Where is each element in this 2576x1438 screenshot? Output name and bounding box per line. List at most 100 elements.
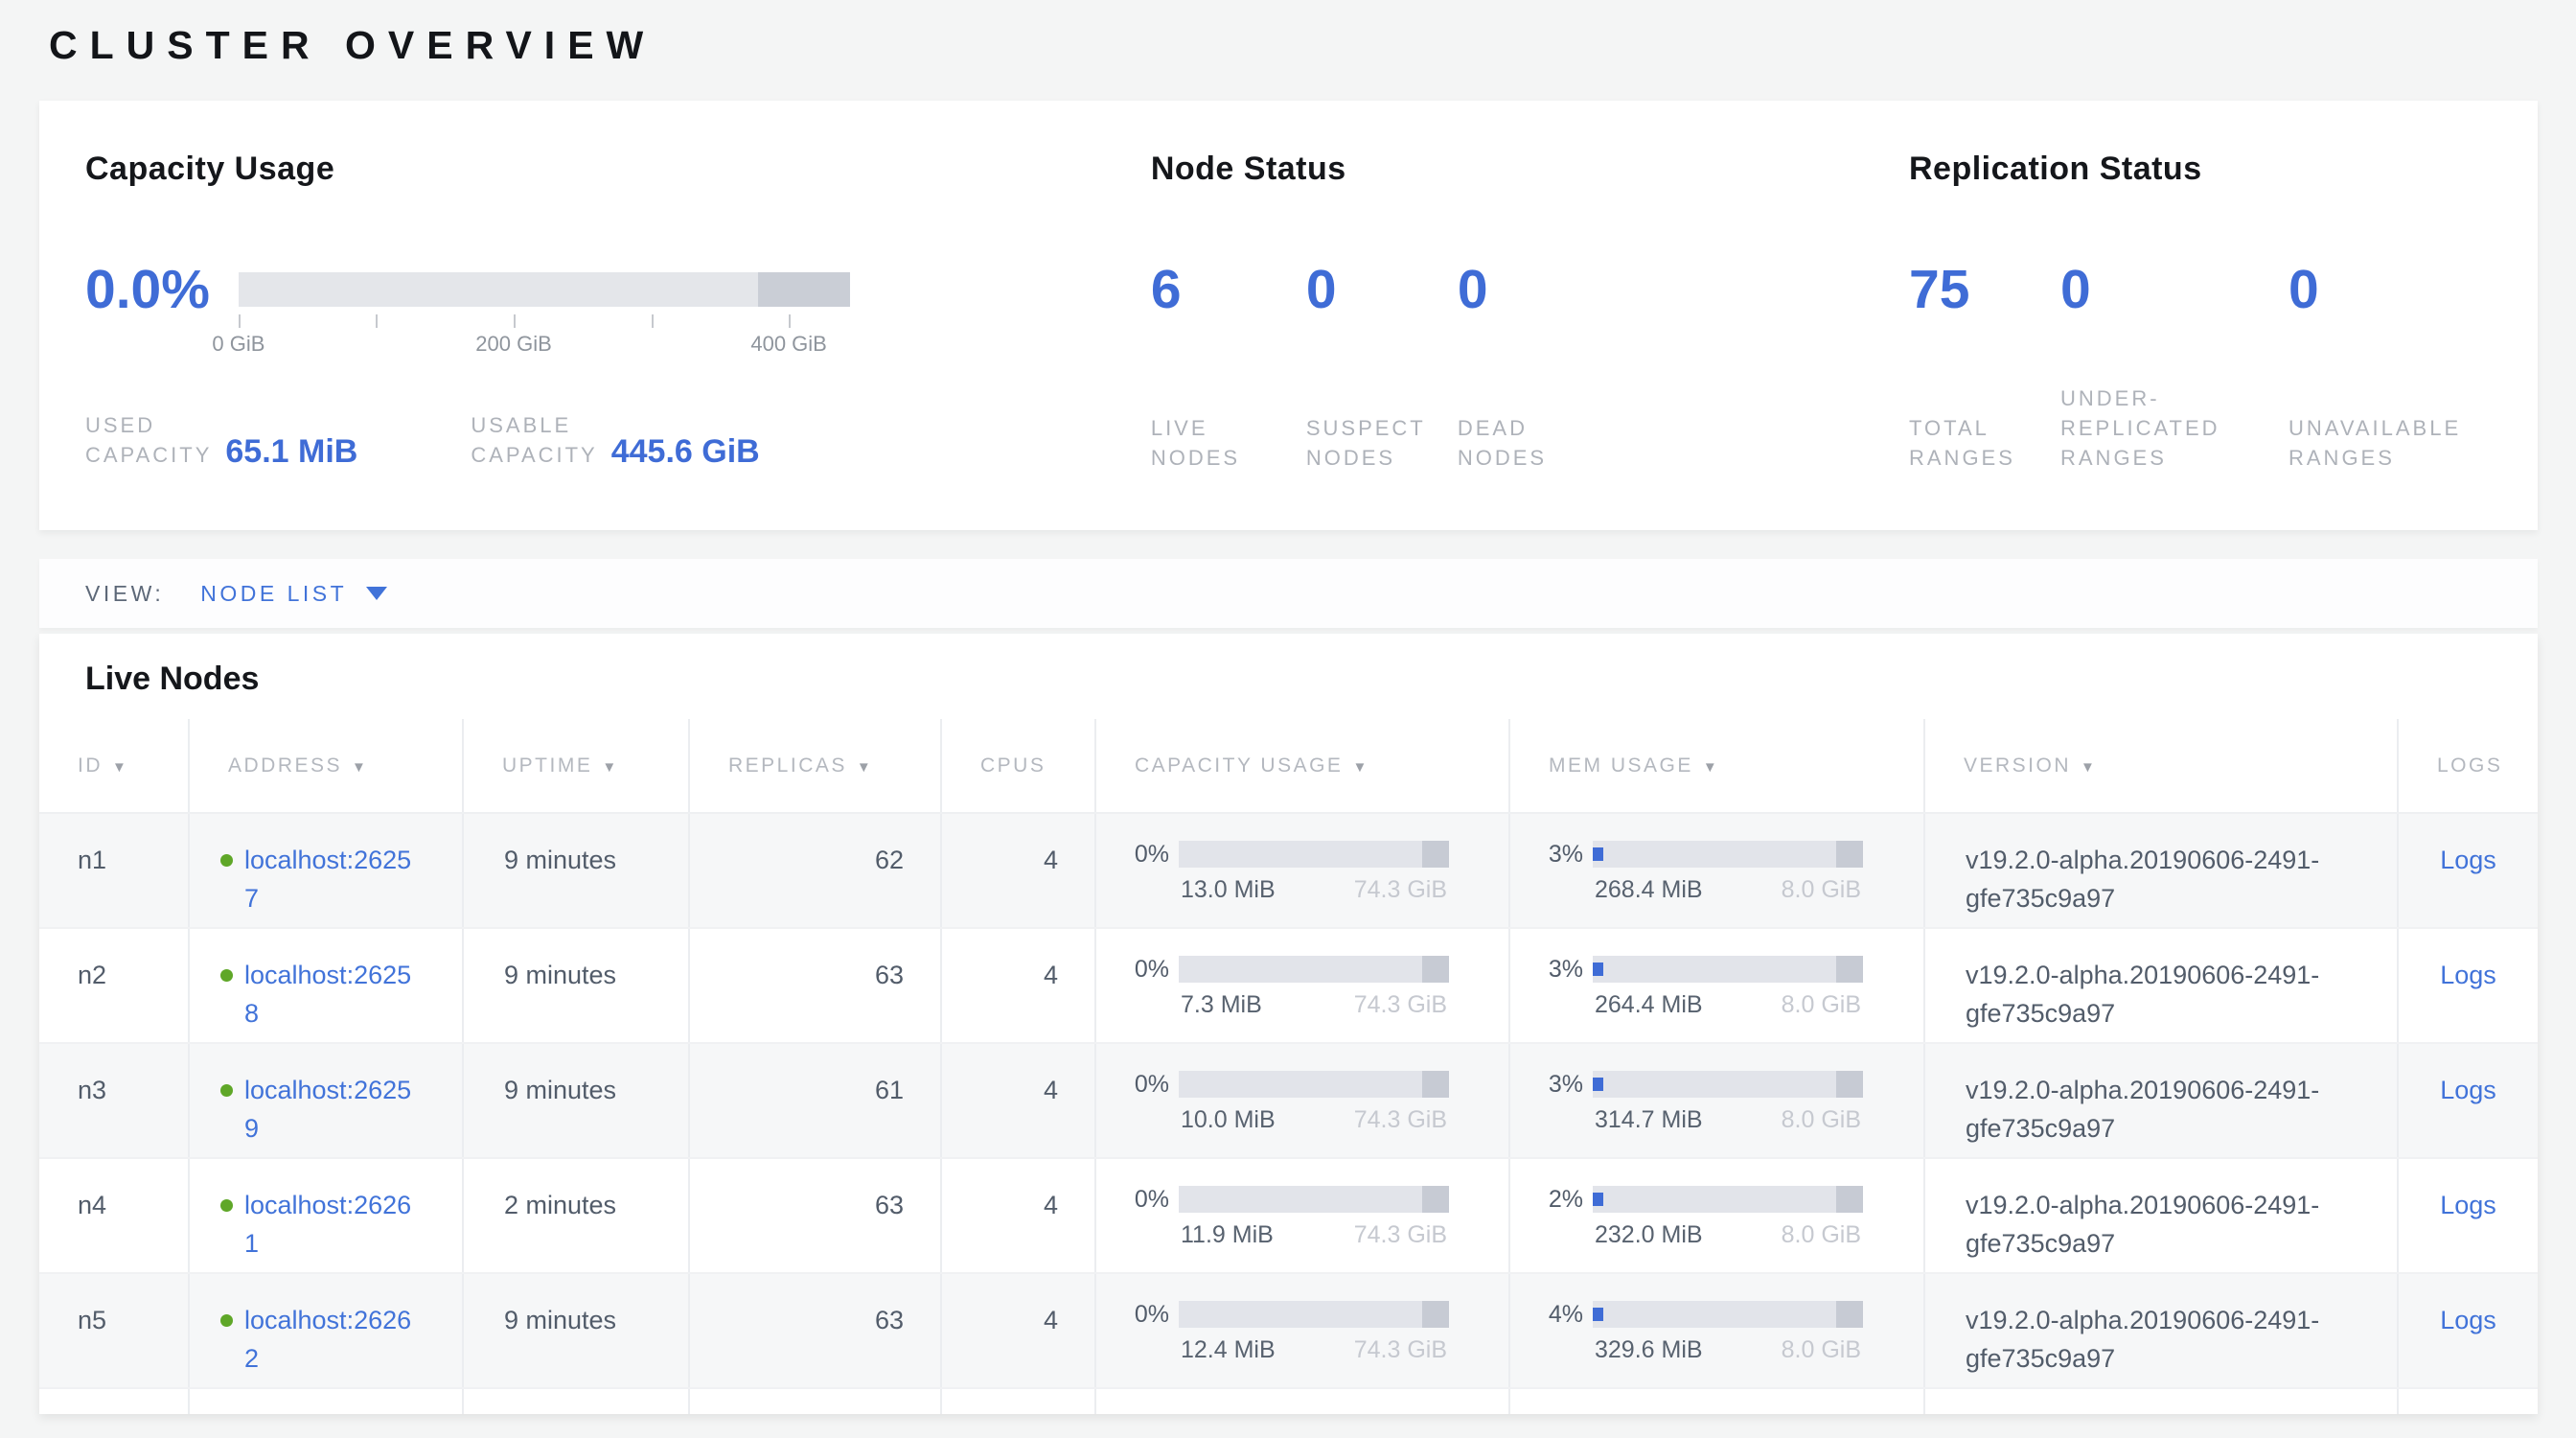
column-header-logs: LOGS	[2398, 719, 2538, 813]
replication-status-title: Replication Status	[1909, 151, 2538, 188]
capacity-used-value: 13.0 MiB	[1181, 875, 1276, 904]
live-nodes-title: Live Nodes	[39, 634, 2538, 719]
column-header-uptime[interactable]: UPTIME▼	[463, 719, 689, 813]
suspect-nodes-label: SUSPECT NODES	[1306, 413, 1458, 473]
node-mem-usage-cell: 3% 268.4 MiB 8.0 GiB	[1509, 813, 1924, 928]
sort-desc-icon: ▼	[112, 759, 128, 776]
node-id-cell: n3	[39, 1043, 189, 1158]
under-replicated-ranges-label: UNDER-REPLICATED RANGES	[2060, 383, 2266, 473]
logs-link[interactable]: Logs	[2440, 1191, 2496, 1219]
table-row: n1 localhost:26257 9 minutes 62 4 0% 13.…	[39, 813, 2538, 928]
mem-percent: 2%	[1533, 1186, 1583, 1249]
node-address-cell: localhost:26258	[189, 928, 463, 1043]
capacity-used-value: 11.9 MiB	[1181, 1220, 1274, 1249]
used-capacity-value: 65.1 MiB	[225, 434, 357, 470]
capacity-used-value: 7.3 MiB	[1181, 990, 1262, 1019]
view-selected-value[interactable]: NODE LIST	[200, 581, 347, 607]
node-uptime-cell: 9 minutes	[463, 1273, 689, 1388]
capacity-usage-bar	[1179, 1071, 1449, 1098]
column-header-replicas[interactable]: REPLICAS▼	[689, 719, 941, 813]
node-logs-cell: Logs	[2398, 813, 2538, 928]
mem-used-value: 314.7 MiB	[1595, 1105, 1703, 1134]
node-capacity-usage-cell: 0% 11.9 MiB 74.3 GiB	[1095, 1158, 1509, 1273]
capacity-axis-ticks	[239, 314, 850, 328]
used-capacity-label: USED CAPACITY	[85, 410, 212, 470]
node-cpus-cell: 4	[941, 928, 1095, 1043]
capacity-percent: 0%	[1119, 1186, 1169, 1249]
node-uptime-cell: 9 minutes	[463, 928, 689, 1043]
capacity-used-value: 12.4 MiB	[1181, 1335, 1276, 1364]
node-version-cell: v19.2.0-alpha.20190606-2491-gfe735c9a97	[1924, 813, 2398, 928]
axis-label-400gib: 400 GiB	[750, 332, 827, 357]
capacity-usage-bar	[1179, 956, 1449, 983]
node-uptime-cell: 2 minutes	[463, 1158, 689, 1273]
node-address-link[interactable]: localhost:26257	[244, 841, 419, 917]
sort-desc-icon: ▼	[602, 759, 618, 776]
total-ranges-count: 75	[1909, 261, 2060, 318]
node-replicas-cell: 63	[689, 1158, 941, 1273]
node-uptime-cell: 9 minutes	[463, 813, 689, 928]
node-replicas-cell: 63	[689, 928, 941, 1043]
capacity-usage-bar	[1179, 1301, 1449, 1328]
mem-usage-bar	[1593, 1071, 1863, 1098]
logs-link[interactable]: Logs	[2440, 846, 2496, 874]
capacity-percent: 0%	[1119, 956, 1169, 1019]
suspect-nodes-count: 0	[1306, 261, 1458, 318]
node-address-link[interactable]: localhost:26262	[244, 1301, 419, 1378]
mem-used-value: 329.6 MiB	[1595, 1335, 1703, 1364]
unavailable-ranges-count: 0	[2288, 261, 2538, 318]
live-status-dot-icon	[220, 969, 233, 982]
mem-percent: 3%	[1533, 956, 1583, 1019]
view-label: VIEW:	[85, 581, 164, 607]
node-version-cell: v19.2.0-alpha.20190606-2491-gfe735c9a97	[1924, 1273, 2398, 1388]
table-row: n5 localhost:26262 9 minutes 63 4 0% 12.…	[39, 1273, 2538, 1388]
node-replicas-cell: 62	[689, 813, 941, 928]
capacity-percent: 0%	[1119, 1301, 1169, 1364]
dead-nodes-label: DEAD NODES	[1458, 413, 1592, 473]
node-capacity-usage-cell: 0% 13.0 MiB 74.3 GiB	[1095, 813, 1509, 928]
capacity-percent: 0%	[1119, 1071, 1169, 1134]
capacity-used-value: 10.0 MiB	[1181, 1105, 1276, 1134]
live-status-dot-icon	[220, 1199, 233, 1212]
logs-link[interactable]: Logs	[2440, 1076, 2496, 1104]
node-address-link[interactable]: localhost:26258	[244, 956, 419, 1032]
node-logs-cell: Logs	[2398, 1273, 2538, 1388]
under-replicated-ranges-count: 0	[2060, 261, 2288, 318]
capacity-usage-title: Capacity Usage	[85, 151, 1151, 188]
sort-desc-icon: ▼	[1703, 759, 1719, 776]
mem-percent: 3%	[1533, 1071, 1583, 1134]
node-address-link[interactable]: localhost:26259	[244, 1071, 419, 1148]
node-status-section: Node Status 6 0 0 LIVE NODES SUSPECT NOD…	[1151, 101, 1909, 530]
mem-used-value: 232.0 MiB	[1595, 1220, 1703, 1249]
mem-total-value: 8.0 GiB	[1782, 990, 1861, 1019]
node-capacity-usage-cell: 0% 12.4 MiB 74.3 GiB	[1095, 1273, 1509, 1388]
cluster-overview-page: CLUSTER OVERVIEW Capacity Usage 0.0%	[0, 0, 2576, 1414]
node-capacity-usage-cell: 0% 10.0 MiB 74.3 GiB	[1095, 1043, 1509, 1158]
node-cpus-cell: 4	[941, 1273, 1095, 1388]
mem-percent: 4%	[1533, 1301, 1583, 1364]
logs-link[interactable]: Logs	[2440, 1306, 2496, 1334]
view-selector-dropdown[interactable]: NODE LIST	[164, 581, 387, 607]
node-address-link[interactable]: localhost:26261	[244, 1186, 419, 1263]
column-header-address[interactable]: ADDRESS▼	[189, 719, 463, 813]
logs-link[interactable]: Logs	[2440, 961, 2496, 989]
live-nodes-label: LIVE NODES	[1151, 413, 1276, 473]
node-address-cell: localhost:26257	[189, 813, 463, 928]
column-header-version[interactable]: VERSION▼	[1924, 719, 2398, 813]
column-header-mem-usage[interactable]: MEM USAGE▼	[1509, 719, 1924, 813]
capacity-bar-reserved-segment	[758, 272, 850, 307]
sort-desc-icon: ▼	[2081, 759, 2097, 776]
column-header-capacity-usage[interactable]: CAPACITY USAGE▼	[1095, 719, 1509, 813]
column-header-id[interactable]: ID▼	[39, 719, 189, 813]
used-capacity-stat: USED CAPACITY 65.1 MiB	[85, 410, 357, 470]
live-status-dot-icon	[220, 1084, 233, 1097]
node-logs-cell: Logs	[2398, 1158, 2538, 1273]
capacity-bar-chart: 0 GiB 200 GiB 400 GiB	[239, 261, 850, 357]
node-cpus-cell: 4	[941, 813, 1095, 928]
node-id-cell: n4	[39, 1158, 189, 1273]
mem-total-value: 8.0 GiB	[1782, 875, 1861, 904]
table-header-row: ID▼ ADDRESS▼ UPTIME▼ REPLICAS▼ CPUS CAPA…	[39, 719, 2538, 813]
node-cpus-cell: 4	[941, 1158, 1095, 1273]
node-status-title: Node Status	[1151, 151, 1909, 188]
node-id-cell: n2	[39, 928, 189, 1043]
